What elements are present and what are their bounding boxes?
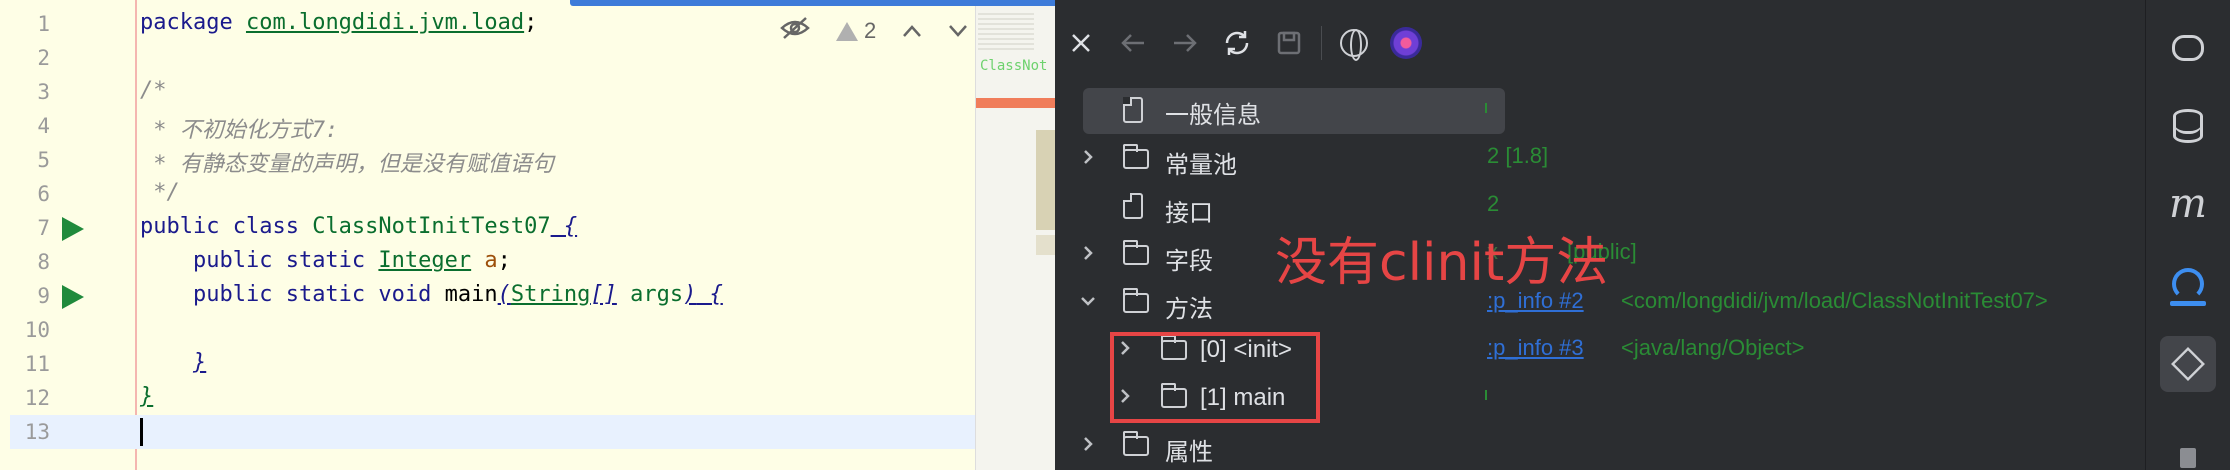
tree-item-label: 属性 — [1165, 439, 1213, 466]
annotation-highlight-box — [1110, 332, 1320, 423]
line-number: 9 — [37, 284, 50, 308]
minimap-label: ClassNot — [980, 58, 1048, 74]
super-class-value: <java/lang/Object> — [1621, 335, 1805, 360]
code-line[interactable]: 11 } — [0, 347, 975, 381]
code-line[interactable]: 5 * 有静态变量的声明，但是没有赋值语句 — [0, 143, 975, 177]
line-number: 5 — [37, 148, 50, 172]
code-text[interactable]: public class ClassNotInitTest07 { — [140, 214, 577, 239]
line-number: 7 — [37, 216, 50, 240]
code-line[interactable]: 2 — [0, 41, 975, 75]
tree-item-attributes[interactable]: 属性 — [1055, 422, 2055, 468]
plugin-app-icon[interactable] — [1380, 20, 1432, 66]
code-comment[interactable]: /* — [140, 78, 167, 103]
code-line[interactable]: 4 * 不初始化方式7: — [0, 109, 975, 143]
forward-arrow-icon[interactable] — [1159, 20, 1211, 66]
code-line[interactable]: 10 — [0, 313, 975, 347]
line-number: 1 — [37, 12, 50, 36]
ai-chat-icon[interactable] — [2160, 20, 2216, 76]
line-number: 13 — [24, 420, 50, 444]
count-value: 2 — [1487, 191, 1500, 216]
code-comment[interactable]: */ — [140, 180, 180, 205]
file-icon — [1122, 96, 1143, 123]
value-marker — [1485, 390, 1487, 400]
save-icon[interactable] — [1263, 20, 1315, 66]
major-version-value: 2 [1.8] — [1487, 143, 1549, 168]
plugin-blue-icon[interactable] — [2160, 256, 2216, 312]
line-number: 4 — [37, 114, 50, 138]
tree-item-label: 常量池 — [1165, 152, 1237, 179]
value-marker — [1485, 103, 1487, 113]
tree-item-label: 接口 — [1165, 200, 1213, 227]
run-icon[interactable] — [62, 217, 84, 241]
viewer-toolbar — [1055, 20, 1432, 66]
text-caret — [140, 418, 143, 446]
code-line[interactable]: 9 public static void main(String[] args)… — [0, 279, 975, 313]
line-number: 12 — [24, 386, 50, 410]
chevron-up-icon[interactable] — [902, 18, 922, 44]
code-comment[interactable]: * 有静态变量的声明，但是没有赋值语句 — [140, 146, 554, 178]
right-tool-strip: m — [2145, 0, 2230, 470]
line-number: 8 — [37, 250, 50, 274]
tree-item-label: 一般信息 — [1165, 102, 1261, 129]
code-comment[interactable]: * 不初始化方式7: — [140, 112, 338, 144]
folder-icon — [1122, 144, 1149, 169]
refresh-icon[interactable] — [1211, 20, 1263, 66]
code-line[interactable]: 3 /* — [0, 75, 975, 109]
editor-inspection-tools: 2 — [780, 16, 968, 46]
super-class-link[interactable]: :p_info #3 — [1487, 335, 1584, 361]
minimap-lines — [978, 10, 1034, 50]
tree-item-label: 字段 — [1165, 248, 1213, 275]
line-number: 6 — [37, 182, 50, 206]
chevron-right-icon[interactable] — [1079, 244, 1097, 262]
minimap-highlight — [976, 98, 1055, 108]
code-line-current[interactable]: 13 — [10, 415, 975, 449]
code-text[interactable]: } — [140, 350, 206, 375]
code-text[interactable]: } — [140, 384, 153, 409]
code-text[interactable]: public static Integer a; — [140, 248, 511, 273]
this-class-value: <com/longdidi/jvm/load/ClassNotInitTest0… — [1621, 288, 2048, 313]
chevron-right-icon[interactable] — [1079, 435, 1097, 453]
chevron-down-icon[interactable] — [1079, 292, 1097, 310]
tree-item-constant-pool[interactable]: 常量池 — [1055, 135, 2055, 181]
tree-item-label: 方法 — [1165, 296, 1213, 323]
reader-mode-eye-icon[interactable] — [780, 16, 810, 46]
warning-icon — [836, 21, 858, 41]
run-icon[interactable] — [62, 285, 84, 309]
maven-icon[interactable]: m — [2160, 176, 2216, 232]
minimap-viewport[interactable] — [1036, 130, 1055, 230]
code-text[interactable]: public static void main(String[] args) { — [140, 282, 723, 307]
tree-item-general-info[interactable]: 一般信息 — [1055, 87, 2055, 134]
annotation-text: 没有clinit方法 — [1275, 233, 1609, 293]
code-line[interactable]: 12 } — [0, 381, 975, 415]
warning-counter[interactable]: 2 — [836, 18, 876, 44]
code-line[interactable]: 7 public class ClassNotInitTest07 { — [0, 211, 975, 245]
globe-icon[interactable] — [1328, 20, 1380, 66]
selection-highlight — [1083, 88, 1505, 134]
code-minimap[interactable]: ClassNot — [975, 0, 1055, 470]
line-number: 11 — [24, 352, 50, 376]
folder-icon — [1122, 431, 1149, 456]
small-tool-icon[interactable] — [2160, 430, 2216, 470]
code-line[interactable]: 6 */ — [0, 177, 975, 211]
code-editor[interactable]: 1 package com.longdidi.jvm.load; 2 3 /* … — [0, 0, 975, 470]
back-arrow-icon[interactable] — [1107, 20, 1159, 66]
chevron-down-icon[interactable] — [948, 18, 968, 44]
file-icon — [1122, 192, 1143, 219]
chevron-right-icon[interactable] — [1079, 148, 1097, 166]
toolbar-separator — [1321, 26, 1322, 60]
code-text[interactable]: package com.longdidi.jvm.load; — [140, 10, 537, 35]
bytecode-viewer-icon[interactable] — [2160, 336, 2216, 392]
folder-icon — [1122, 288, 1149, 313]
line-number: 10 — [24, 318, 50, 342]
code-line[interactable]: 8 public static Integer a; — [0, 245, 975, 279]
line-number: 2 — [37, 46, 50, 70]
close-icon[interactable] — [1055, 20, 1107, 66]
folder-icon — [1122, 240, 1149, 265]
database-icon[interactable] — [2160, 98, 2216, 154]
warning-count: 2 — [864, 18, 877, 43]
minimap-block — [1036, 235, 1055, 255]
line-number: 3 — [37, 80, 50, 104]
